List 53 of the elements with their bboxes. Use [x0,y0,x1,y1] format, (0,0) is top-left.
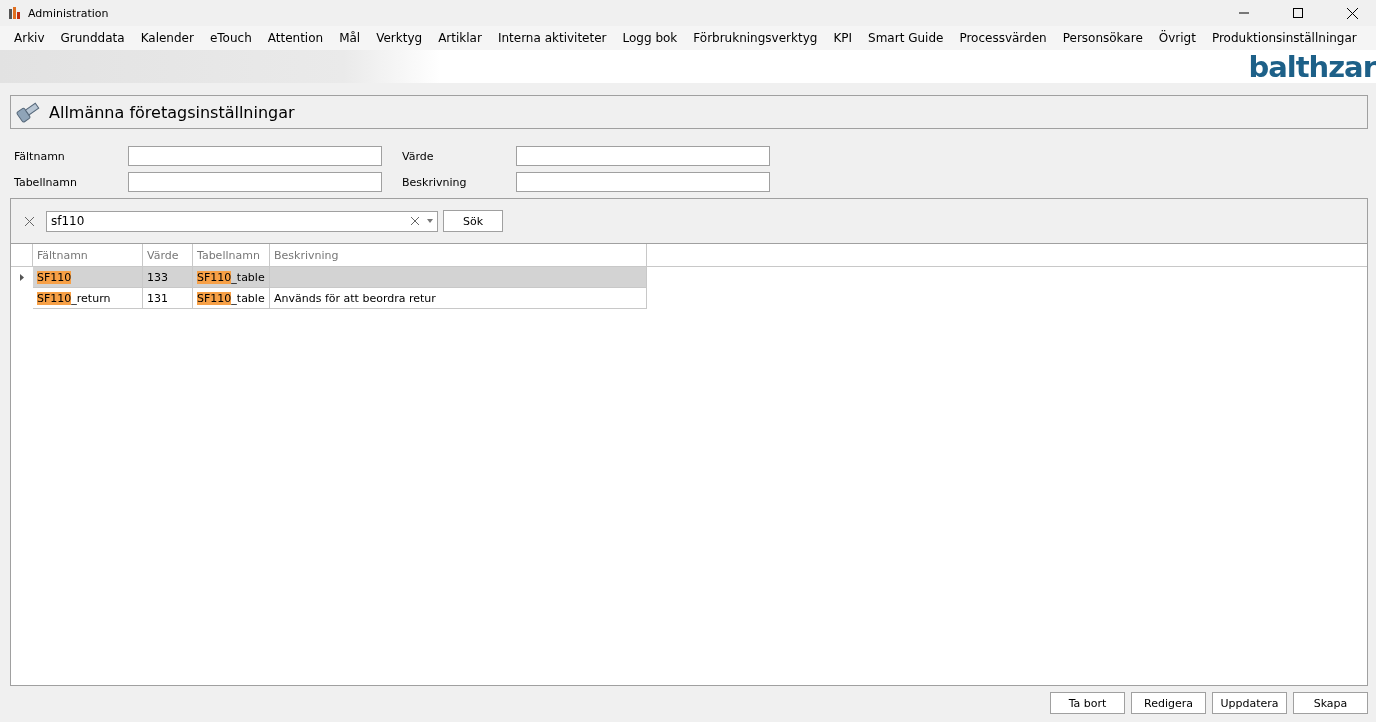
window-title: Administration [28,6,110,20]
menu-item[interactable]: KPI [825,31,861,45]
column-header[interactable]: Värde [143,244,193,267]
menu-item[interactable]: Övrigt [1150,31,1204,45]
menu-item[interactable]: Personsökare [1054,31,1151,45]
table-cell: SF110_table [193,267,270,288]
field-label: Tabellnamn [14,175,78,189]
menu-item[interactable]: Artiklar [430,31,490,45]
app-icon [8,6,22,20]
menu-item[interactable]: Grunddata [52,31,133,45]
table-cell: SF110_table [193,288,270,309]
menu-item[interactable]: Verktyg [368,31,431,45]
column-header[interactable]: Fältnamn [33,244,143,267]
input-field[interactable] [128,172,382,192]
search-field[interactable]: sf110 [51,214,411,228]
menu-item[interactable]: Arkiv [6,31,53,45]
table-cell: 131 [143,288,193,309]
page-title: Allmänna företagsinställningar [49,102,295,122]
field-label: Fältnamn [14,149,66,163]
menu-item[interactable]: Förbrukningsverktyg [685,31,826,45]
action-button[interactable]: Uppdatera [1212,692,1287,714]
table-cell: SF110_return [33,288,143,309]
clear-icon[interactable] [411,217,419,225]
column-header[interactable]: Tabellnamn [193,244,270,267]
action-button[interactable]: Skapa [1293,692,1368,714]
field-label: Värde [402,149,435,163]
input-field[interactable] [516,172,770,192]
search-button[interactable]: Sök [443,210,503,232]
menu-item[interactable]: eTouch [201,31,260,45]
action-button[interactable]: Ta bort [1050,692,1125,714]
row-indicator-icon [20,274,24,281]
menu-item[interactable]: Processvärden [951,31,1055,45]
input-field[interactable] [516,146,770,166]
table-cell: SF110 [33,267,143,288]
menu-item[interactable]: Interna aktiviteter [489,31,615,45]
action-button[interactable]: Redigera [1131,692,1206,714]
menu-item[interactable]: Mål [331,31,369,45]
table-cell: 133 [143,267,193,288]
dropdown-icon[interactable] [427,219,433,223]
table-cell: Används för att beordra retur [270,288,647,309]
menu-item[interactable]: Produktionsinställningar [1203,31,1365,45]
field-label: Beskrivning [402,175,468,189]
menu-item[interactable]: Logg bok [614,31,686,45]
menu-item[interactable]: Kalender [132,31,202,45]
input-field[interactable] [128,146,382,166]
column-header[interactable]: Beskrivning [270,244,647,267]
bolt-icon [15,100,41,124]
menu-item[interactable]: Attention [259,31,332,45]
menu-item[interactable]: Smart Guide [860,31,952,45]
search-box[interactable]: sf110 [46,210,438,232]
close-icon[interactable] [1346,7,1358,19]
logo: balthzar [1248,53,1376,82]
maximize-icon[interactable] [1293,8,1303,18]
